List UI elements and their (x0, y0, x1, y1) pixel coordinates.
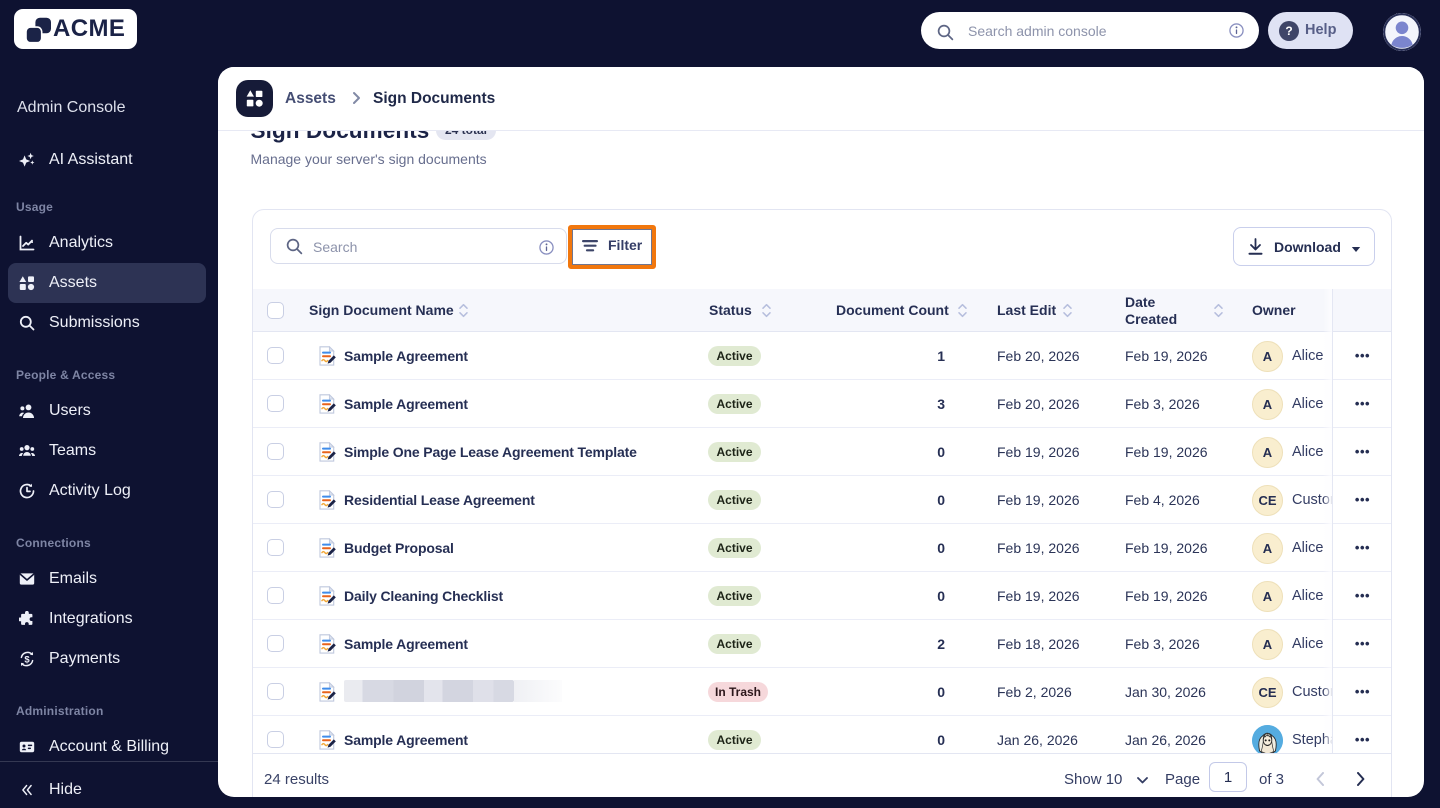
svg-text:$: $ (24, 654, 30, 665)
